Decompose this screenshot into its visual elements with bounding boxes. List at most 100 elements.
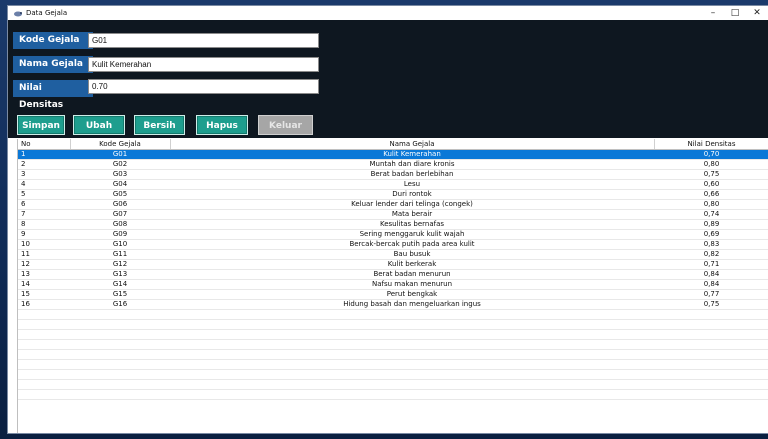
empty-cell (18, 379, 70, 390)
cell-nama-gejala: Lesu (170, 179, 654, 190)
empty-cell (18, 349, 70, 360)
empty-cell (654, 329, 768, 340)
table-row[interactable]: 15 G15 Perut bengkak 0,77 (18, 289, 768, 300)
empty-cell (18, 309, 70, 320)
table-row[interactable]: 4 G04 Lesu 0,60 (18, 179, 768, 190)
cell-nama-gejala: Bau busuk (170, 249, 654, 260)
table-row[interactable]: 10 G10 Bercak-bercak putih pada area kulit… (18, 239, 768, 250)
cell-kode-gejala: G03 (70, 169, 170, 180)
cell-nilai-densitas: 0,66 (654, 189, 768, 200)
gejala-table: No Kode Gejala Nama Gejala Nilai Densita… (17, 139, 768, 433)
cell-nama-gejala: Nafsu makan menurun (170, 279, 654, 290)
header-no[interactable]: No (18, 139, 71, 150)
cell-nama-gejala: Mata berair (170, 209, 654, 220)
table-row[interactable]: 3 G03 Berat badan berlebihan 0,75 (18, 169, 768, 180)
empty-cell (18, 389, 70, 400)
nama-gejala-input[interactable] (88, 57, 319, 72)
nilai-densitas-input[interactable] (88, 79, 319, 94)
bersih-button[interactable]: Bersih (134, 115, 185, 135)
cell-nilai-densitas: 0,83 (654, 239, 768, 250)
cell-no: 14 (18, 279, 70, 290)
empty-cell (654, 319, 768, 330)
empty-cell (654, 389, 768, 400)
cell-nilai-densitas: 0,71 (654, 259, 768, 270)
cell-kode-gejala: G10 (70, 239, 170, 250)
cell-nama-gejala: Berat badan menurun (170, 269, 654, 280)
cell-no: 16 (18, 299, 70, 310)
cell-kode-gejala: G13 (70, 269, 170, 280)
empty-cell (18, 319, 70, 330)
table-row[interactable]: 14 G14 Nafsu makan menurun 0,84 (18, 279, 768, 290)
cell-nilai-densitas: 0,84 (654, 279, 768, 290)
cell-nilai-densitas: 0,80 (654, 199, 768, 210)
table-header-row: No Kode Gejala Nama Gejala Nilai Densita… (18, 139, 768, 150)
cell-nama-gejala: Kesulitas bernafas (170, 219, 654, 230)
empty-cell (18, 369, 70, 380)
table-row[interactable]: 6 G06 Keluar lender dari telinga (congek) 0… (18, 199, 768, 210)
keluar-button: Keluar (258, 115, 313, 135)
cell-no: 7 (18, 209, 70, 220)
cell-no: 5 (18, 189, 70, 200)
cell-nama-gejala: Muntah dan diare kronis (170, 159, 654, 170)
close-button[interactable]: ✕ (746, 6, 768, 20)
cell-no: 8 (18, 219, 70, 230)
empty-cell (170, 389, 654, 400)
header-kode-gejala[interactable]: Kode Gejala (70, 139, 171, 150)
minimize-button[interactable]: – (702, 6, 724, 20)
cell-no: 13 (18, 269, 70, 280)
cell-kode-gejala: G11 (70, 249, 170, 260)
data-gejala-window: Data Gejala – □ ✕ Kode Gejala Nama Gejal… (8, 6, 768, 433)
cell-kode-gejala: G15 (70, 289, 170, 300)
cell-nama-gejala: Perut bengkak (170, 289, 654, 300)
empty-cell (170, 349, 654, 360)
cell-no: 6 (18, 199, 70, 210)
title-bar[interactable]: Data Gejala – □ ✕ (8, 6, 768, 20)
empty-cell (170, 329, 654, 340)
table-row[interactable]: 13 G13 Berat badan menurun 0,84 (18, 269, 768, 280)
table-row[interactable]: 5 G05 Duri rontok 0,66 (18, 189, 768, 200)
cell-no: 9 (18, 229, 70, 240)
empty-cell (654, 349, 768, 360)
simpan-button[interactable]: Simpan (17, 115, 65, 135)
cell-nilai-densitas: 0,69 (654, 229, 768, 240)
kode-gejala-label: Kode Gejala (13, 32, 93, 49)
hapus-button[interactable]: Hapus (196, 115, 248, 135)
empty-table-row (18, 369, 768, 380)
header-nama-gejala[interactable]: Nama Gejala (170, 139, 655, 150)
table-row[interactable]: 7 G07 Mata berair 0,74 (18, 209, 768, 220)
empty-cell (170, 319, 654, 330)
maximize-button[interactable]: □ (724, 6, 746, 20)
cell-nilai-densitas: 0,80 (654, 159, 768, 170)
empty-cell (654, 359, 768, 370)
empty-table-row (18, 379, 768, 390)
table-row[interactable]: 16 G16 Hidung basah dan mengeluarkan ingus… (18, 299, 768, 310)
table-row[interactable]: 8 G08 Kesulitas bernafas 0,89 (18, 219, 768, 230)
cell-no: 10 (18, 239, 70, 250)
nilai-densitas-label: Nilai Densitas (13, 80, 93, 110)
empty-cell (18, 329, 70, 340)
cell-nama-gejala: Duri rontok (170, 189, 654, 200)
cell-kode-gejala: G16 (70, 299, 170, 310)
empty-table-row (18, 319, 768, 330)
cell-no: 2 (18, 159, 70, 170)
header-nilai-densitas[interactable]: Nilai Densitas (654, 139, 768, 150)
cell-no: 4 (18, 179, 70, 190)
empty-table-row (18, 389, 768, 400)
empty-table-row (18, 329, 768, 340)
table-row[interactable]: 11 G11 Bau busuk 0,82 (18, 249, 768, 260)
table-row[interactable]: 9 G09 Sering menggaruk kulit wajah 0,69 (18, 229, 768, 240)
ubah-button[interactable]: Ubah (73, 115, 125, 135)
empty-cell (18, 339, 70, 350)
table-row[interactable]: 1 G01 Kulit Kemerahan 0,70 (18, 149, 768, 160)
cell-kode-gejala: G07 (70, 209, 170, 220)
cell-nilai-densitas: 0,77 (654, 289, 768, 300)
cell-nilai-densitas: 0,75 (654, 299, 768, 310)
cell-nama-gejala: Hidung basah dan mengeluarkan ingus (170, 299, 654, 310)
empty-cell (70, 379, 170, 390)
empty-table-row (18, 359, 768, 370)
kode-gejala-input[interactable] (88, 33, 319, 48)
cell-nilai-densitas: 0,84 (654, 269, 768, 280)
empty-table-row (18, 349, 768, 360)
table-row[interactable]: 12 G12 Kulit berkerak 0,71 (18, 259, 768, 270)
table-row[interactable]: 2 G02 Muntah dan diare kronis 0,80 (18, 159, 768, 170)
